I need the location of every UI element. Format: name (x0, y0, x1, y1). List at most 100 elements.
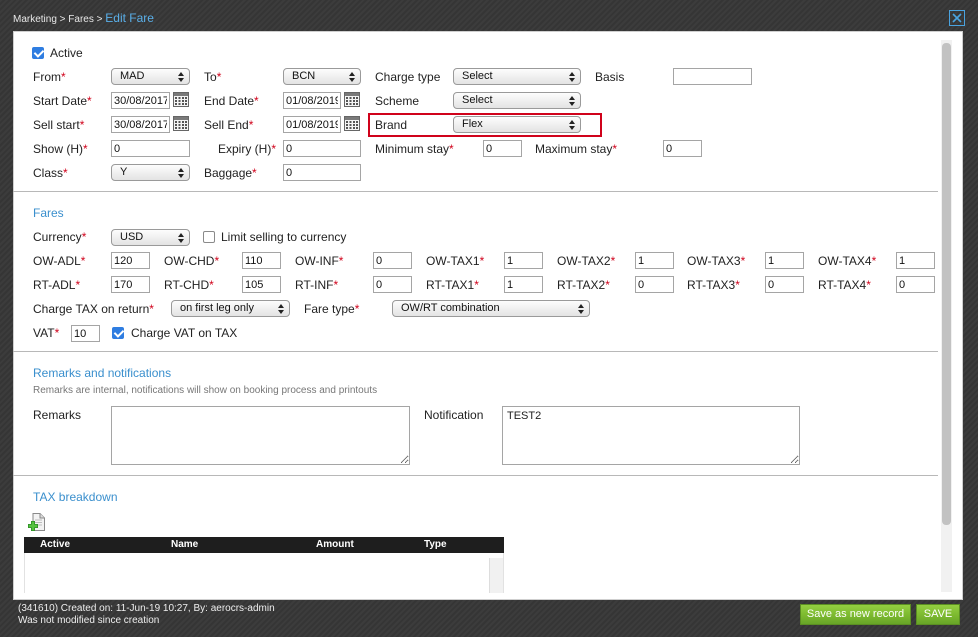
required-mark: * (871, 254, 877, 268)
page-title: Edit Fare (105, 11, 154, 25)
show-h-label-text: Show (H) (33, 142, 84, 156)
dialog-scrollbar-thumb[interactable] (942, 43, 951, 525)
ow-tax1-label-text: OW-TAX1 (426, 254, 480, 268)
charge-tax-return-value: on first leg only (180, 302, 254, 314)
column-name[interactable]: Name (171, 537, 198, 553)
sell-end-input[interactable] (283, 116, 341, 133)
required-mark: * (610, 254, 616, 268)
scheme-select[interactable]: Select (453, 92, 581, 109)
rt-tax3-label: RT-TAX3* (687, 278, 740, 292)
required-mark: * (87, 94, 92, 108)
from-select[interactable]: MAD (111, 68, 190, 85)
column-active[interactable]: Active (40, 537, 70, 553)
charge-vat-on-tax-checkbox[interactable] (112, 327, 124, 339)
required-mark: * (605, 278, 610, 292)
ow-tax4-input[interactable] (896, 252, 935, 269)
to-label-text: To (204, 70, 217, 84)
breadcrumb-path[interactable]: Marketing > Fares > (13, 14, 105, 25)
required-mark: * (81, 230, 87, 244)
notification-label: Notification (424, 408, 484, 422)
ow-adl-label: OW-ADL* (33, 254, 85, 268)
ow-inf-input[interactable] (373, 252, 412, 269)
start-date-input[interactable] (111, 92, 170, 109)
calendar-icon[interactable] (173, 92, 189, 107)
scheme-label: Scheme (375, 94, 420, 108)
vat-input[interactable] (71, 325, 100, 342)
charge-tax-return-label: Charge TAX on return* (33, 302, 154, 316)
fare-type-label: Fare type* (304, 302, 359, 316)
required-mark: * (740, 254, 746, 268)
required-mark: * (248, 118, 254, 132)
charge-tax-return-select[interactable]: on first leg only (171, 300, 290, 317)
currency-select[interactable]: USD (111, 229, 190, 246)
rt-tax4-input[interactable] (896, 276, 935, 293)
baggage-input[interactable] (283, 164, 361, 181)
scheme-value: Select (462, 94, 493, 106)
to-select[interactable]: BCN (283, 68, 361, 85)
ow-tax4-label-text: OW-TAX4 (818, 254, 872, 268)
rt-chd-input[interactable] (242, 276, 281, 293)
rt-tax1-input[interactable] (504, 276, 543, 293)
notification-textarea[interactable]: TEST2 (502, 406, 800, 465)
add-document-icon[interactable] (27, 512, 47, 532)
basis-label: Basis (595, 70, 625, 84)
fare-type-select[interactable]: OW/RT combination (392, 300, 590, 317)
close-button[interactable] (949, 10, 965, 26)
rt-adl-input[interactable] (111, 276, 150, 293)
rt-chd-label-text: RT-CHD (164, 278, 210, 292)
ow-tax3-label: OW-TAX3* (687, 254, 745, 268)
ow-chd-label: OW-CHD* (164, 254, 219, 268)
breadcrumb: Marketing > Fares > Edit Fare (13, 11, 154, 27)
show-h-input[interactable] (111, 140, 190, 157)
rt-inf-input[interactable] (373, 276, 412, 293)
brand-select[interactable]: Flex (453, 116, 581, 133)
calendar-icon[interactable] (344, 92, 360, 107)
expiry-h-input[interactable] (283, 140, 361, 157)
ow-tax1-input[interactable] (504, 252, 543, 269)
column-amount[interactable]: Amount (316, 537, 354, 553)
created-info: (341610) Created on: 11-Jun-19 10:27, By… (18, 603, 275, 614)
calendar-icon[interactable] (344, 116, 360, 131)
end-date-input[interactable] (283, 92, 341, 109)
rt-tax2-input[interactable] (635, 276, 674, 293)
active-checkbox[interactable] (32, 47, 44, 59)
rt-tax3-input[interactable] (765, 276, 804, 293)
remarks-textarea[interactable] (111, 406, 410, 465)
sell-start-input[interactable] (111, 116, 170, 133)
ow-tax2-input[interactable] (635, 252, 674, 269)
sell-start-label-text: Sell start (33, 118, 80, 132)
ow-tax3-input[interactable] (765, 252, 804, 269)
brand-value: Flex (462, 118, 483, 130)
rt-tax1-label-text: RT-TAX1 (426, 278, 475, 292)
required-mark: * (61, 70, 66, 84)
column-type[interactable]: Type (424, 537, 447, 553)
basis-input[interactable] (673, 68, 752, 85)
sell-end-label-text: Sell End (204, 118, 249, 132)
class-select[interactable]: Y (111, 164, 190, 181)
calendar-icon[interactable] (173, 116, 189, 131)
charge-type-select[interactable]: Select (453, 68, 581, 85)
required-mark: * (612, 142, 618, 156)
required-mark: * (149, 302, 154, 316)
save-as-new-button[interactable]: Save as new record (800, 604, 911, 625)
required-mark: * (479, 254, 485, 268)
active-label: Active (50, 46, 83, 60)
ow-adl-input[interactable] (111, 252, 150, 269)
limit-currency-label: Limit selling to currency (221, 230, 347, 244)
ow-inf-label: OW-INF* (295, 254, 343, 268)
tax-table-body (24, 553, 504, 593)
class-value: Y (120, 166, 128, 178)
required-mark: * (735, 278, 740, 292)
required-mark: * (54, 326, 60, 340)
currency-label: Currency* (33, 230, 86, 244)
tax-table-scrollbar[interactable] (489, 558, 503, 593)
rt-adl-label: RT-ADL* (33, 278, 80, 292)
ow-chd-input[interactable] (242, 252, 281, 269)
section-divider (13, 191, 938, 192)
maximum-stay-input[interactable] (663, 140, 702, 157)
minimum-stay-input[interactable] (483, 140, 522, 157)
limit-currency-checkbox[interactable] (203, 231, 215, 243)
required-mark: * (338, 254, 344, 268)
save-button[interactable]: SAVE (916, 604, 960, 625)
maximum-stay-label-text: Maximum stay (535, 142, 613, 156)
